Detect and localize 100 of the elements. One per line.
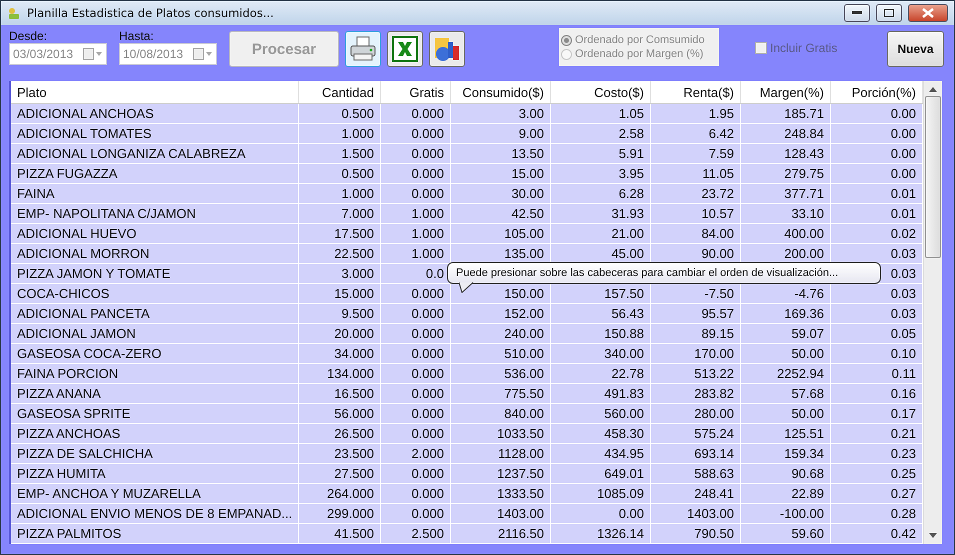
table-cell: 9.00 (451, 124, 551, 143)
table-cell: 2.58 (551, 124, 651, 143)
table-cell: 2116.50 (451, 524, 551, 543)
table-cell: 41.500 (299, 524, 381, 543)
table-cell: 27.500 (299, 464, 381, 483)
table-cell: 15.00 (451, 164, 551, 183)
table-cell: 128.43 (741, 144, 831, 163)
spreadsheet-icon (391, 35, 419, 63)
column-header[interactable]: Gratis (381, 81, 451, 103)
table-cell: 1085.09 (551, 484, 651, 503)
table-cell: 1326.14 (551, 524, 651, 543)
table-cell: 1033.50 (451, 424, 551, 443)
table-cell: 134.000 (299, 364, 381, 383)
table-cell: FAINA (11, 184, 299, 203)
table-cell: 0.000 (381, 304, 451, 323)
table-cell: 59.60 (741, 524, 831, 543)
table-cell: ADICIONAL JAMON (11, 324, 299, 343)
column-header[interactable]: Costo($) (551, 81, 651, 103)
table-cell: 1.000 (381, 244, 451, 263)
table-cell: 560.00 (551, 404, 651, 423)
column-header[interactable]: Cantidad (299, 81, 381, 103)
table-cell: 150.88 (551, 324, 651, 343)
close-icon (922, 8, 934, 18)
table-cell: 125.51 (741, 424, 831, 443)
table-cell: 159.34 (741, 444, 831, 463)
column-header[interactable]: Margen(%) (741, 81, 831, 103)
table-cell: 588.63 (651, 464, 741, 483)
table-cell: 16.500 (299, 384, 381, 403)
scroll-thumb[interactable] (925, 96, 941, 258)
table-cell: EMP- ANCHOA Y MUZARELLA (11, 484, 299, 503)
table-cell: 90.68 (741, 464, 831, 483)
radio-button[interactable] (561, 48, 572, 60)
table-cell: 279.75 (741, 164, 831, 183)
table-cell: 23.500 (299, 444, 381, 463)
table-cell: PIZZA PALMITOS (11, 524, 299, 543)
table-cell: 17.500 (299, 224, 381, 243)
new-button[interactable]: Nueva (887, 31, 944, 67)
table-cell: 1403.00 (651, 504, 741, 523)
table-cell: 1.000 (381, 204, 451, 223)
table-cell: 50.00 (741, 344, 831, 363)
table-cell: 23.72 (651, 184, 741, 203)
maximize-icon (884, 9, 894, 17)
table-cell: 33.10 (741, 204, 831, 223)
table-cell: 0.000 (381, 404, 451, 423)
export-button[interactable] (387, 31, 423, 67)
table-cell: ADICIONAL MORRON (11, 244, 299, 263)
table-cell: 1.000 (299, 184, 381, 203)
column-header[interactable]: Renta($) (651, 81, 741, 103)
table-cell: 22.500 (299, 244, 381, 263)
table-cell: 0.000 (381, 384, 451, 403)
table-cell: 1.000 (381, 224, 451, 243)
table-cell: 30.00 (451, 184, 551, 203)
table-cell: ADICIONAL PANCETA (11, 304, 299, 323)
table-cell: 11.05 (651, 164, 741, 183)
table-cell: 152.00 (451, 304, 551, 323)
minimize-button[interactable] (844, 4, 870, 22)
table-cell: 458.30 (551, 424, 651, 443)
table-cell: 0.000 (381, 284, 451, 303)
radio-button[interactable] (561, 34, 572, 46)
table-cell: 340.00 (551, 344, 651, 363)
chart-button[interactable] (429, 31, 465, 67)
table-cell: PIZZA JAMON Y TOMATE (11, 264, 299, 283)
table-cell: 3.000 (299, 264, 381, 283)
table-cell: ADICIONAL HUEVO (11, 224, 299, 243)
table-cell: COCA-CHICOS (11, 284, 299, 303)
table-cell: 170.00 (651, 344, 741, 363)
table-cell: 0.00 (551, 504, 651, 523)
table-cell: 6.28 (551, 184, 651, 203)
maximize-button[interactable] (876, 4, 902, 22)
table-cell: 299.000 (299, 504, 381, 523)
table-cell: 50.00 (741, 404, 831, 423)
table-cell: 0.500 (299, 104, 381, 123)
table-cell: 59.07 (741, 324, 831, 343)
table-cell: 790.50 (651, 524, 741, 543)
date-label: Hasta: (119, 29, 155, 43)
table-cell: 7.000 (299, 204, 381, 223)
table-cell: 13.50 (451, 144, 551, 163)
column-header[interactable]: Plato (11, 81, 299, 103)
print-button[interactable] (345, 31, 381, 67)
table-cell: 513.22 (651, 364, 741, 383)
close-button[interactable] (908, 4, 948, 22)
table-cell: 0.000 (381, 184, 451, 203)
scroll-down-icon (929, 533, 937, 538)
table-cell: 693.14 (651, 444, 741, 463)
checkbox-label: Incluir Gratis (770, 41, 838, 55)
table-cell: 15.000 (299, 284, 381, 303)
table-cell: ADICIONAL ANCHOAS (11, 104, 299, 123)
table-cell: 10.57 (651, 204, 741, 223)
table-cell: 2.500 (381, 524, 451, 543)
minimize-icon (852, 11, 862, 15)
table-cell: 510.00 (451, 344, 551, 363)
column-header[interactable]: Consumido($) (451, 81, 551, 103)
table-cell: 89.15 (651, 324, 741, 343)
table-cell: 248.41 (651, 484, 741, 503)
chart-icon (433, 35, 461, 63)
table-cell: 0.000 (381, 364, 451, 383)
table-cell: 575.24 (651, 424, 741, 443)
scrollbar[interactable] (923, 81, 942, 544)
table-cell: 248.84 (741, 124, 831, 143)
table-cell: 0.000 (381, 324, 451, 343)
